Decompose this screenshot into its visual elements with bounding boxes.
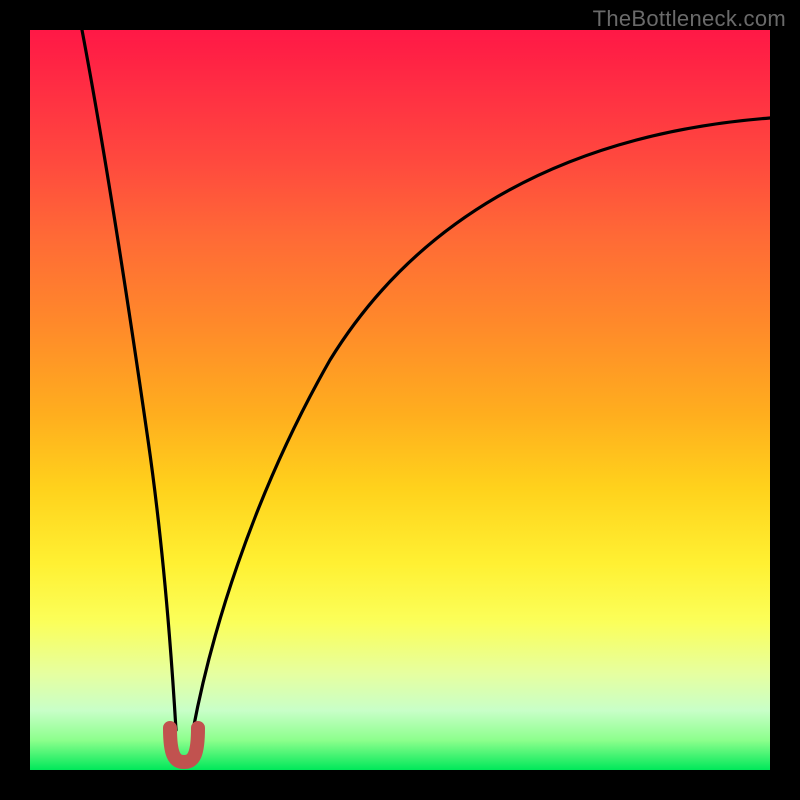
chart-svg xyxy=(30,30,770,770)
chart-frame: TheBottleneck.com xyxy=(0,0,800,800)
curve-left-branch xyxy=(82,30,176,730)
watermark-text: TheBottleneck.com xyxy=(593,6,786,32)
plot-area xyxy=(30,30,770,770)
min-marker-u xyxy=(170,728,198,762)
curve-right-branch xyxy=(193,118,770,730)
